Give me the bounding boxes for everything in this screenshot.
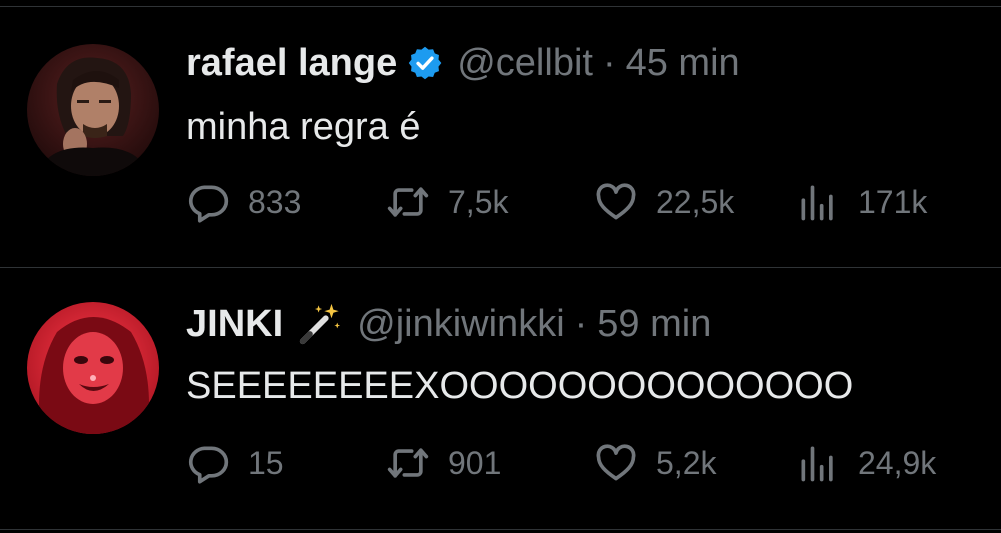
magic-wand-icon bbox=[300, 303, 341, 345]
verified-badge-icon[interactable] bbox=[407, 45, 443, 81]
author-handle[interactable]: @cellbit bbox=[457, 38, 593, 88]
retweet-count: 7,5k bbox=[448, 184, 509, 220]
tweet-card[interactable]: rafael lange @cellbit · 45 min minha reg… bbox=[0, 0, 1001, 267]
retweet-button[interactable]: 7,5k bbox=[386, 180, 508, 224]
meta-separator: · bbox=[602, 42, 616, 84]
like-button[interactable]: 22,5k bbox=[594, 180, 734, 224]
like-count: 22,5k bbox=[656, 184, 735, 220]
heart-icon bbox=[596, 183, 636, 220]
reply-button[interactable]: 833 bbox=[186, 180, 301, 224]
retweet-icon bbox=[387, 448, 429, 478]
author-name[interactable]: JINKI bbox=[186, 299, 283, 349]
tweet-actions: 15 901 5,2k 24,9k bbox=[186, 441, 986, 485]
retweet-icon bbox=[387, 187, 429, 217]
avatar[interactable] bbox=[27, 302, 159, 434]
views-button[interactable]: 171k bbox=[796, 180, 927, 224]
bottom-divider bbox=[0, 529, 1001, 530]
like-button[interactable]: 5,2k bbox=[594, 441, 716, 485]
timestamp[interactable]: 59 min bbox=[597, 299, 711, 349]
reply-icon bbox=[188, 185, 229, 223]
tweet-text: minha regra é bbox=[186, 106, 421, 148]
retweet-button[interactable]: 901 bbox=[386, 441, 501, 485]
view-count: 171k bbox=[858, 184, 928, 220]
avatar-image bbox=[27, 302, 159, 434]
avatar[interactable] bbox=[27, 44, 159, 176]
tweet-text: SEEEEEEEEXOOOOOOOOOOOOOO bbox=[186, 365, 854, 407]
views-button[interactable]: 24,9k bbox=[796, 441, 936, 485]
reply-count: 833 bbox=[248, 184, 302, 220]
tweet-header: rafael lange @cellbit · 45 min bbox=[186, 38, 740, 88]
like-count: 5,2k bbox=[656, 445, 717, 481]
author-name[interactable]: rafael lange bbox=[186, 38, 397, 88]
reply-button[interactable]: 15 bbox=[186, 441, 284, 485]
tweet-actions: 833 7,5k 22,5k 171k bbox=[186, 180, 986, 224]
reply-icon bbox=[188, 446, 229, 484]
view-count: 24,9k bbox=[858, 445, 937, 481]
author-handle[interactable]: @jinkiwinkki bbox=[357, 299, 565, 349]
reply-count: 15 bbox=[248, 445, 284, 481]
timestamp[interactable]: 45 min bbox=[626, 38, 740, 88]
meta-separator: · bbox=[574, 303, 588, 345]
views-icon bbox=[801, 446, 833, 482]
views-icon bbox=[801, 185, 833, 221]
avatar-image bbox=[27, 44, 159, 176]
heart-icon bbox=[596, 444, 636, 481]
tweet-header: JINKI @jinkiwinkki · 59 min bbox=[186, 299, 711, 349]
retweet-count: 901 bbox=[448, 445, 502, 481]
tweet-card[interactable]: JINKI @jinkiwinkki · 59 min SEEEEEEEEXOO… bbox=[0, 268, 1001, 530]
